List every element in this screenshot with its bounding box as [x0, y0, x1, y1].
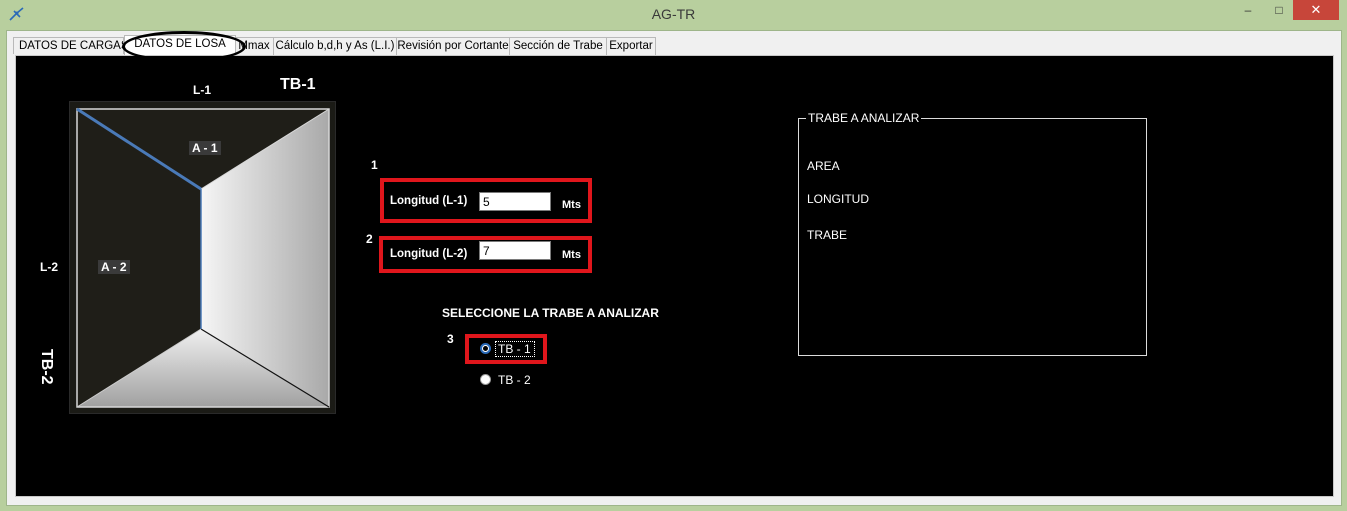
area-label: AREA — [807, 159, 840, 173]
maximize-button[interactable]: □ — [1266, 0, 1292, 20]
tb1-radio[interactable] — [480, 343, 491, 354]
l2-label: L-2 — [40, 260, 58, 274]
l1-input[interactable] — [479, 192, 551, 211]
tab-calculo[interactable]: Cálculo b,d,h y As (L.I.) — [273, 37, 397, 55]
tb1-label: TB-1 — [280, 76, 316, 93]
window-title: AG-TR — [651, 6, 696, 22]
group-title: TRABE A ANALIZAR — [806, 111, 922, 125]
tab-revision-cortante[interactable]: Revisión por Cortante — [396, 37, 510, 55]
app-window: AG-TR – □ ✕ DATOS DE CARGAS DATOS DE LOS… — [0, 0, 1347, 511]
step-2-marker: 2 — [366, 232, 373, 246]
close-button[interactable]: ✕ — [1293, 0, 1339, 20]
step-1-marker: 1 — [371, 158, 378, 172]
longitud-label: LONGITUD — [807, 192, 870, 206]
l2-field-label: Longitud (L-2) — [390, 248, 468, 260]
trabe-label: TRABE — [807, 228, 848, 242]
area-a2-label: A - 2 — [98, 260, 130, 274]
l2-input[interactable] — [479, 241, 551, 260]
tab-datos-de-cargas[interactable]: DATOS DE CARGAS — [13, 37, 124, 54]
l1-unit: Mts — [562, 199, 581, 211]
area-a1-label: A - 1 — [189, 141, 221, 155]
l2-unit: Mts — [562, 249, 581, 261]
l1-field-label: Longitud (L-1) — [390, 195, 468, 207]
tb1-radio-label[interactable]: TB - 1 — [498, 342, 531, 356]
client-area: DATOS DE CARGAS DATOS DE LOSA Mmax Cálcu… — [6, 30, 1342, 506]
trabe-analizar-group: TRABE A ANALIZAR AREA LONGITUD TRABE — [798, 111, 1147, 356]
select-trabe-heading: SELECCIONE LA TRABE A ANALIZAR — [442, 306, 659, 320]
slab-diagram: A - 1 A - 2 — [69, 101, 336, 414]
tab-exportar[interactable]: Exportar — [606, 37, 656, 55]
tab-seccion-trabe[interactable]: Sección de Trabe — [509, 37, 607, 55]
losa-panel: L-1 TB-1 L-2 TB-2 A - 1 A - 2 1 Longitud… — [15, 55, 1334, 497]
l1-label: L-1 — [193, 83, 211, 97]
tab-highlight-circle — [122, 31, 246, 62]
step-3-marker: 3 — [447, 332, 454, 346]
tb2-label: TB-2 — [38, 349, 55, 385]
tb2-radio-label[interactable]: TB - 2 — [498, 373, 531, 387]
tb2-radio[interactable] — [480, 374, 491, 385]
minimize-button[interactable]: – — [1234, 0, 1262, 20]
title-bar[interactable]: AG-TR – □ ✕ — [0, 0, 1347, 30]
